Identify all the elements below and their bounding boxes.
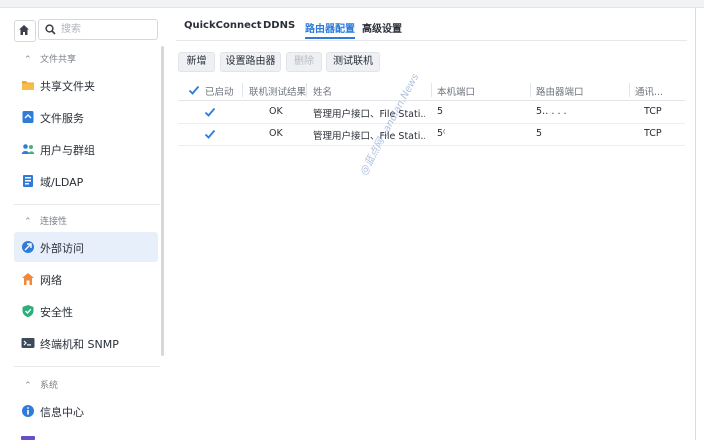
protocol-cell: TCP <box>644 106 662 117</box>
test-result-cell: OK <box>269 106 283 117</box>
column-test-result[interactable]: 联机测试结果 <box>249 84 306 98</box>
chevron-up-icon: ⌃ <box>24 381 32 391</box>
column-router-port[interactable]: 路由器端口 <box>536 84 584 98</box>
external-access-icon <box>22 241 34 253</box>
router-port-cell: 5‥ . . . <box>536 106 567 117</box>
sidebar-scrollbar[interactable] <box>161 46 164 356</box>
column-divider <box>629 83 630 97</box>
column-name[interactable]: 姓名 <box>313 84 332 98</box>
table-row[interactable]: OK 管理用户接口、File Stati... 5 5‥ . . . TCP <box>178 101 685 124</box>
column-divider <box>306 83 307 97</box>
chevron-up-icon: ⌃ <box>24 55 32 65</box>
tab-router-config[interactable]: 路由器配置 <box>305 20 355 39</box>
delete-button[interactable]: 删除 <box>286 52 322 72</box>
sidebar-item-label: 信息中心 <box>40 406 84 419</box>
search-input[interactable] <box>61 22 151 37</box>
sidebar-item-user-group[interactable]: 用户与群组 <box>14 134 158 164</box>
sidebar-item-domain-ldap[interactable]: 域/LDAP <box>14 166 158 196</box>
test-connection-button[interactable]: 测试联机 <box>326 52 380 72</box>
checkmark-icon[interactable] <box>188 84 200 96</box>
add-button[interactable]: 新增 <box>178 52 215 72</box>
control-panel-window: ⌃ 文件共享 共享文件夹 文件服务 用户与群组 域/LDAP ⌃ 连接性 外部访问 <box>0 0 704 440</box>
home-button[interactable] <box>14 20 36 42</box>
group-label: 连接性 <box>40 217 68 227</box>
group-file-sharing[interactable]: ⌃ 文件共享 <box>24 52 76 65</box>
checkmark-icon[interactable] <box>204 106 216 118</box>
table-header: 已启动 联机测试结果 姓名 本机端口 路由器端口 通讯... <box>178 80 685 101</box>
tab-divider <box>176 40 687 41</box>
column-divider <box>431 83 432 97</box>
sidebar-item-label: 域/LDAP <box>40 176 84 189</box>
sidebar-item-label: 终端机和 SNMP <box>40 338 119 351</box>
router-port-cell: 5 <box>536 128 543 139</box>
search-box[interactable] <box>38 19 158 40</box>
group-label: 文件共享 <box>40 55 77 65</box>
column-protocol[interactable]: 通讯... <box>635 84 675 98</box>
tab-advanced-settings[interactable]: 高级设置 <box>362 20 402 35</box>
sidebar-item-label: 安全性 <box>40 306 73 319</box>
sidebar-item-label: 网络 <box>40 274 62 287</box>
column-divider <box>530 83 531 97</box>
column-divider <box>242 83 243 97</box>
group-connectivity[interactable]: ⌃ 连接性 <box>24 214 67 227</box>
sidebar-item-label: 共享文件夹 <box>40 80 95 93</box>
sidebar-item-external-access[interactable]: 外部访问 <box>14 232 158 262</box>
local-port-cell: 5⁽ <box>437 128 446 139</box>
test-result-cell: OK <box>269 128 283 139</box>
sidebar-item-label: 外部访问 <box>40 242 84 255</box>
sidebar-item-info-center[interactable]: 信息中心 <box>14 396 158 426</box>
shield-icon <box>22 305 34 318</box>
sidebar-divider <box>14 366 160 367</box>
column-local-port[interactable]: 本机端口 <box>437 84 475 98</box>
group-system[interactable]: ⌃ 系统 <box>24 378 58 391</box>
sidebar-item-network[interactable]: 网络 <box>14 264 158 294</box>
sidebar-item-shared-folder[interactable]: 共享文件夹 <box>14 70 158 100</box>
tab-quickconnect[interactable]: QuickConnect <box>184 20 262 31</box>
table-row[interactable]: OK 管理用户接口、File Stati... 5⁽ 5 TCP <box>178 123 685 146</box>
checkmark-icon[interactable] <box>204 128 216 140</box>
group-label: 系统 <box>40 381 59 391</box>
name-cell: 管理用户接口、File Stati... <box>313 109 425 120</box>
sidebar-item-label: 用户与群组 <box>40 144 95 157</box>
info-icon <box>22 405 34 417</box>
search-icon <box>45 24 56 35</box>
setup-router-button[interactable]: 设置路由器 <box>220 52 281 72</box>
sidebar-divider <box>14 204 160 205</box>
chevron-up-icon: ⌃ <box>24 217 32 227</box>
protocol-cell: TCP <box>644 128 662 139</box>
sidebar-item-security[interactable]: 安全性 <box>14 296 158 326</box>
sidebar-item-label: 文件服务 <box>40 112 84 125</box>
sidebar-item-terminal-snmp[interactable]: 终端机和 SNMP <box>14 328 158 358</box>
window-right-edge <box>695 7 696 440</box>
name-cell: 管理用户接口、File Stati... <box>313 131 425 142</box>
folder-icon <box>22 81 34 90</box>
domain-ldap-icon <box>23 175 33 187</box>
users-icon <box>21 144 35 154</box>
local-port-cell: 5 <box>437 106 444 117</box>
network-house-icon <box>22 273 34 285</box>
tab-ddns[interactable]: DDNS <box>263 20 295 31</box>
terminal-icon <box>21 338 35 348</box>
home-icon <box>19 25 29 35</box>
file-services-icon <box>22 111 34 123</box>
sidebar: ⌃ 文件共享 共享文件夹 文件服务 用户与群组 域/LDAP ⌃ 连接性 外部访问 <box>0 8 166 440</box>
column-enabled[interactable]: 已启动 <box>205 84 234 98</box>
sidebar-item-file-services[interactable]: 文件服务 <box>14 102 158 132</box>
partial-icon <box>21 436 35 440</box>
window-top-edge <box>0 0 704 8</box>
